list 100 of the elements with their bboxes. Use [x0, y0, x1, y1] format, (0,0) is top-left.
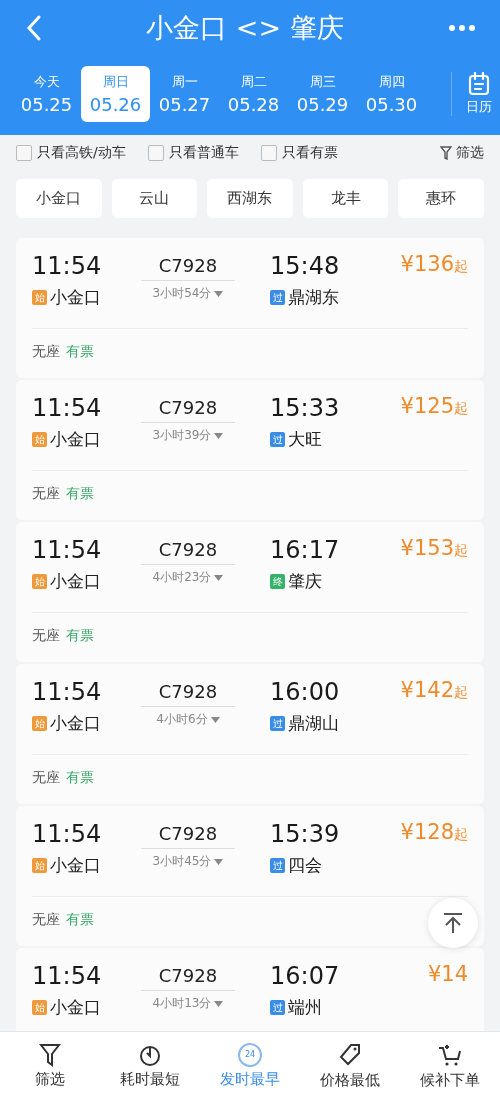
station-name: 端州 [288, 996, 322, 1019]
station-name: 小金口 [50, 996, 101, 1019]
station-chip[interactable]: 云山 [111, 179, 198, 218]
nav-label: 耗时最短 [120, 1069, 180, 1089]
nav-label: 发时最早 [220, 1069, 280, 1089]
price: ¥153起 [400, 536, 468, 562]
station-badge: 始 [32, 716, 47, 731]
station-name: 大旺 [288, 428, 322, 451]
seat-type: 无座 [32, 627, 60, 645]
departure-time: 11:54 [32, 394, 103, 422]
nav-label: 候补下单 [420, 1070, 480, 1090]
price: ¥128起 [400, 820, 468, 846]
seat-type: 无座 [32, 485, 60, 503]
train-number: C7928 [141, 394, 235, 423]
station-name: 小金口 [50, 428, 101, 451]
filter-checkbox[interactable]: 只看有票 [260, 144, 338, 162]
station-name: 小金口 [50, 854, 101, 877]
caret-icon [214, 858, 224, 865]
back-icon[interactable] [26, 15, 42, 41]
caret-icon [214, 574, 224, 581]
filter-checkbox[interactable]: 只看普通车 [147, 144, 239, 162]
route-title: 小金口 <> 肇庆 [146, 11, 344, 45]
caret-icon [214, 432, 224, 439]
availability: 有票 [66, 627, 94, 645]
station-badge: 始 [32, 432, 47, 447]
train-number: C7928 [141, 820, 235, 849]
price: ¥125起 [400, 394, 468, 420]
station-chip[interactable]: 惠环 [398, 179, 484, 218]
station-badge: 过 [270, 290, 285, 305]
price: ¥136起 [400, 252, 468, 278]
train-number: C7928 [141, 678, 235, 707]
station-badge: 始 [32, 290, 47, 305]
train-card[interactable]: 11:54 始 小金口 C7928 3小时39分 15:33 过 大旺 ¥125起 无座 有票 [16, 380, 484, 520]
duration[interactable]: 4小时23分 [152, 569, 224, 586]
seat-type: 无座 [32, 911, 60, 929]
tag-icon [337, 1041, 363, 1068]
departure-time: 11:54 [32, 252, 103, 280]
station-chip[interactable]: 西湖东 [207, 179, 293, 218]
duration[interactable]: 4小时13分 [152, 995, 224, 1012]
availability: 有票 [66, 343, 94, 361]
duration[interactable]: 3小时45分 [152, 853, 224, 870]
station-name: 小金口 [50, 286, 101, 309]
nav-tab[interactable]: 筛选 [0, 1042, 100, 1089]
arrow-up-icon [443, 912, 463, 934]
train-card[interactable]: 11:54 始 小金口 C7928 4小时13分 16:07 过 端州 ¥14 [16, 948, 484, 1031]
train-card[interactable]: 11:54 始 小金口 C7928 3小时45分 15:39 过 四会 ¥128起 无座 有票 [16, 806, 484, 946]
nav-label: 价格最低 [320, 1070, 380, 1090]
departure-time: 11:54 [32, 678, 103, 706]
station-name: 小金口 [50, 712, 101, 735]
train-card[interactable]: 11:54 始 小金口 C7928 4小时23分 16:17 终 肇庆 ¥153起 无座 有票 [16, 522, 484, 662]
arrival-time: 15:33 [270, 394, 341, 422]
station-badge: 始 [32, 858, 47, 873]
nav-tab[interactable]: 耗时最短 [100, 1042, 200, 1089]
duration[interactable]: 3小时39分 [152, 427, 224, 444]
departure-time: 11:54 [32, 820, 103, 848]
train-card[interactable]: 11:54 始 小金口 C7928 4小时6分 16:00 过 鼎湖山 ¥142起 无座 有票 [16, 664, 484, 804]
station-badge: 过 [270, 432, 285, 447]
nav-label: 筛选 [35, 1069, 65, 1089]
availability: 有票 [66, 485, 94, 503]
calendar-icon [468, 72, 490, 96]
station-name: 小金口 [50, 570, 101, 593]
arrival-time: 16:17 [270, 536, 341, 564]
price: ¥14 [427, 962, 468, 988]
departure-time: 11:54 [32, 536, 103, 564]
more-icon[interactable] [448, 24, 476, 32]
station-chip[interactable]: 龙丰 [302, 179, 389, 218]
station-name: 四会 [288, 854, 322, 877]
station-badge: 终 [270, 574, 285, 589]
seat-type: 无座 [32, 769, 60, 787]
price: ¥142起 [400, 678, 468, 704]
nav-tab[interactable]: 24 发时最早 [200, 1042, 300, 1089]
duration[interactable]: 3小时54分 [152, 285, 224, 302]
availability: 有票 [66, 911, 94, 929]
station-badge: 始 [32, 574, 47, 589]
caret-icon [214, 1000, 224, 1007]
filter-icon [440, 146, 452, 160]
station-chip[interactable]: 小金口 [16, 179, 102, 218]
duration[interactable]: 4小时6分 [156, 711, 220, 728]
station-name: 鼎湖山 [288, 712, 339, 735]
station-name: 肇庆 [288, 570, 322, 593]
nav-tab[interactable]: 价格最低 [300, 1041, 400, 1090]
clock-icon: 24 [238, 1042, 262, 1067]
arrival-time: 15:39 [270, 820, 341, 848]
seat-type: 无座 [32, 343, 60, 361]
arrival-time: 15:48 [270, 252, 341, 280]
availability: 有票 [66, 769, 94, 787]
caret-icon [210, 716, 220, 723]
departure-time: 11:54 [32, 962, 103, 990]
train-number: C7928 [141, 962, 235, 991]
nav-tab[interactable]: 候补下单 [400, 1041, 500, 1090]
train-number: C7928 [141, 536, 235, 565]
filter-checkbox[interactable]: 只看高铁/动车 [16, 144, 126, 162]
station-badge: 过 [270, 858, 285, 873]
train-number: C7928 [141, 252, 235, 281]
station-badge: 过 [270, 1000, 285, 1015]
train-card[interactable]: 11:54 始 小金口 C7928 3小时54分 15:48 过 鼎湖东 ¥136起 无座 有票 [16, 238, 484, 378]
filter-button[interactable]: 筛选 [440, 144, 484, 162]
caret-icon [214, 290, 224, 297]
station-name: 鼎湖东 [288, 286, 339, 309]
station-badge: 始 [32, 1000, 47, 1015]
